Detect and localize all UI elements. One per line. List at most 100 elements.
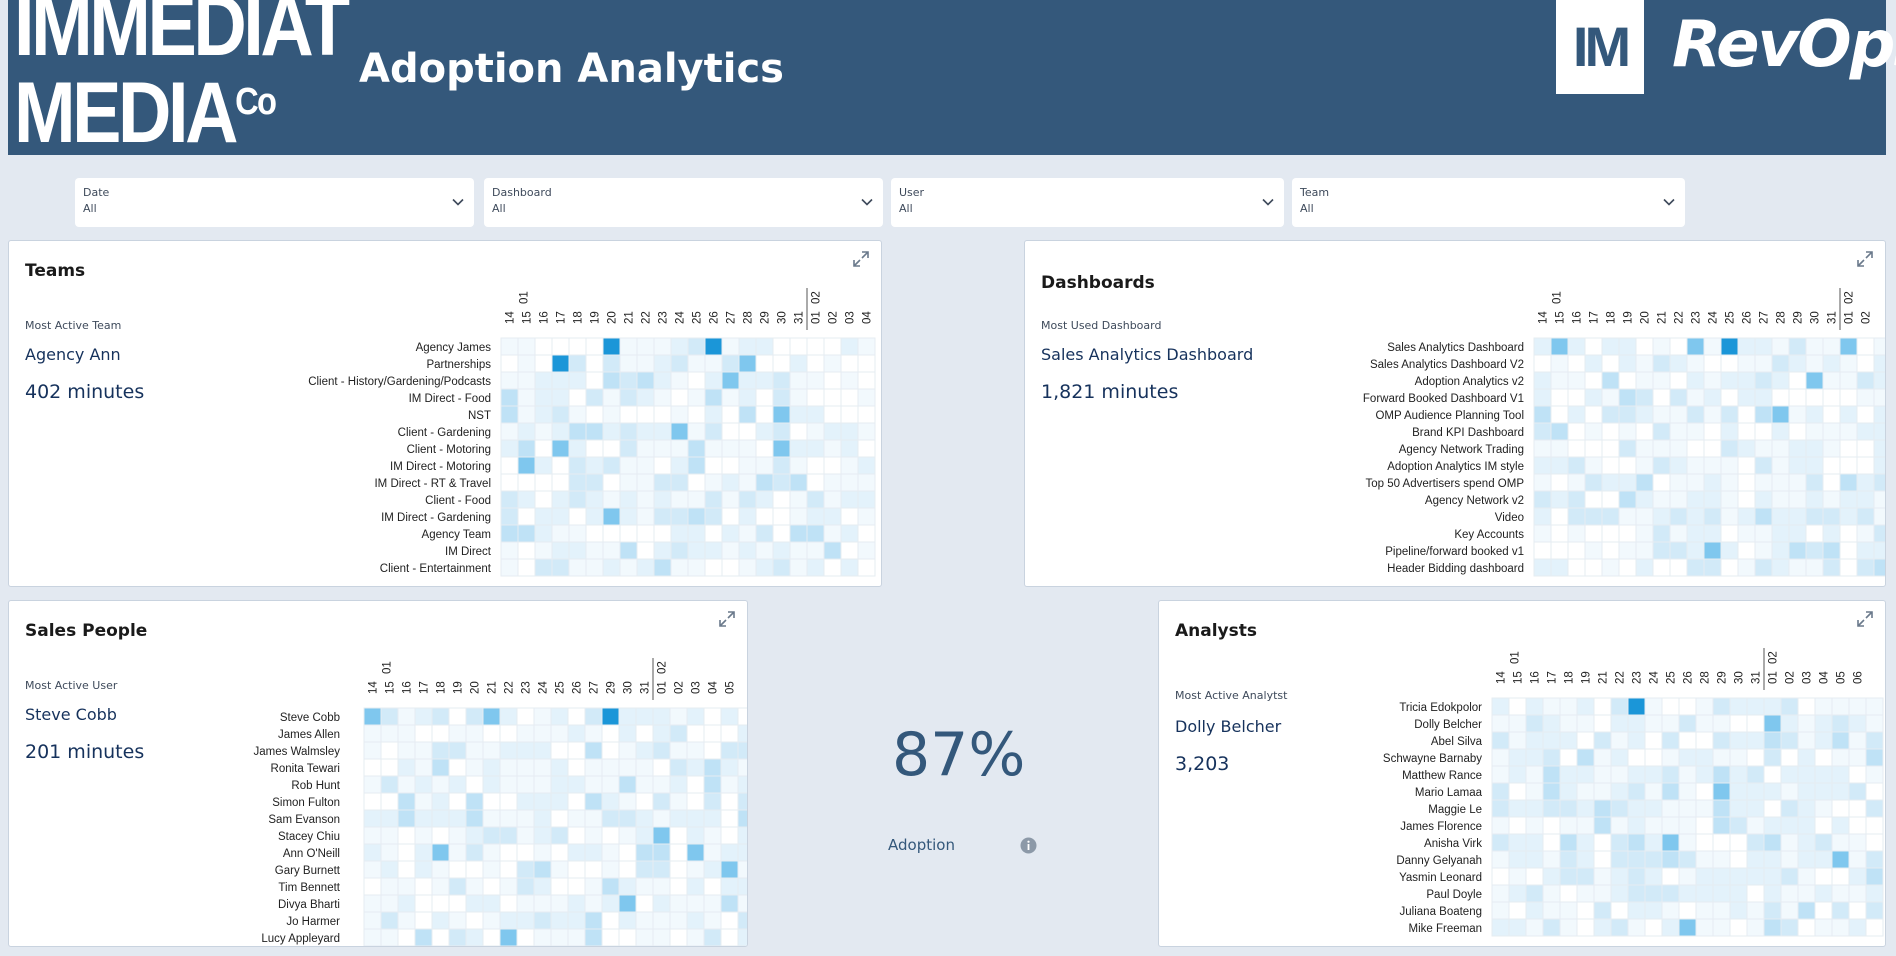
heatmap-cell[interactable] bbox=[1848, 731, 1867, 750]
heatmap-cell[interactable] bbox=[568, 558, 587, 577]
heatmap-cell[interactable] bbox=[1856, 507, 1875, 526]
heatmap-cell[interactable] bbox=[704, 456, 723, 475]
heatmap-cell[interactable] bbox=[1712, 867, 1731, 886]
heatmap-cell[interactable] bbox=[1822, 371, 1841, 390]
heatmap-cell[interactable] bbox=[1848, 867, 1867, 886]
heatmap-cell[interactable] bbox=[737, 809, 748, 828]
heatmap-cell[interactable] bbox=[619, 354, 638, 373]
heatmap-cell[interactable] bbox=[1865, 697, 1884, 716]
heatmap-cell[interactable] bbox=[1737, 558, 1756, 577]
heatmap-cell[interactable] bbox=[857, 405, 876, 424]
heatmap-cell[interactable] bbox=[584, 911, 603, 930]
heatmap-cell[interactable] bbox=[755, 490, 774, 509]
heatmap-cell[interactable] bbox=[703, 792, 722, 811]
heatmap-cell[interactable] bbox=[669, 877, 688, 896]
heatmap-cell[interactable] bbox=[1703, 558, 1722, 577]
heatmap-cell[interactable] bbox=[721, 388, 740, 407]
heatmap-cell[interactable] bbox=[585, 507, 604, 526]
heatmap-cell[interactable] bbox=[1729, 748, 1748, 767]
heatmap-cell[interactable] bbox=[1695, 731, 1714, 750]
heatmap-cell[interactable] bbox=[704, 473, 723, 492]
heatmap-cell[interactable] bbox=[584, 860, 603, 879]
heatmap-cell[interactable] bbox=[1584, 473, 1603, 492]
heatmap-cell[interactable] bbox=[840, 371, 859, 390]
heatmap-cell[interactable] bbox=[755, 473, 774, 492]
heatmap-cell[interactable] bbox=[567, 809, 586, 828]
heatmap-cell[interactable] bbox=[1797, 884, 1816, 903]
heatmap-cell[interactable] bbox=[720, 911, 739, 930]
heatmap-cell[interactable] bbox=[1635, 422, 1654, 441]
heatmap-cell[interactable] bbox=[720, 775, 739, 794]
heatmap-cell[interactable] bbox=[1720, 439, 1739, 458]
heatmap-cell[interactable] bbox=[1550, 422, 1569, 441]
heatmap-cell[interactable] bbox=[721, 354, 740, 373]
heatmap-cell[interactable] bbox=[1533, 490, 1552, 509]
heatmap-cell[interactable] bbox=[1550, 558, 1569, 577]
heatmap-cell[interactable] bbox=[772, 558, 791, 577]
heatmap-cell[interactable] bbox=[738, 524, 757, 543]
heatmap-cell[interactable] bbox=[635, 809, 654, 828]
heatmap-cell[interactable] bbox=[652, 792, 671, 811]
heatmap-cell[interactable] bbox=[1848, 697, 1867, 716]
heatmap-cell[interactable] bbox=[533, 860, 552, 879]
heatmap-cell[interactable] bbox=[1491, 731, 1510, 750]
heatmap-cell[interactable] bbox=[635, 775, 654, 794]
heatmap-cell[interactable] bbox=[1686, 524, 1705, 543]
heatmap-cell[interactable] bbox=[635, 877, 654, 896]
heatmap-cell[interactable] bbox=[738, 337, 757, 356]
heatmap-cell[interactable] bbox=[397, 928, 416, 946]
heatmap-cell[interactable] bbox=[1559, 884, 1578, 903]
heatmap-cell[interactable] bbox=[789, 371, 808, 390]
heatmap-cell[interactable] bbox=[500, 490, 519, 509]
heatmap-cell[interactable] bbox=[1559, 731, 1578, 750]
heatmap-cell[interactable] bbox=[755, 558, 774, 577]
heatmap-cell[interactable] bbox=[1712, 884, 1731, 903]
heatmap-cell[interactable] bbox=[1788, 507, 1807, 526]
heatmap-cell[interactable] bbox=[653, 388, 672, 407]
heatmap-cell[interactable] bbox=[1797, 731, 1816, 750]
heatmap-cell[interactable] bbox=[1661, 867, 1680, 886]
heatmap-cell[interactable] bbox=[618, 724, 637, 743]
heatmap-cell[interactable] bbox=[1822, 422, 1841, 441]
heatmap-cell[interactable] bbox=[618, 826, 637, 845]
heatmap-cell[interactable] bbox=[618, 741, 637, 760]
heatmap-cell[interactable] bbox=[1703, 473, 1722, 492]
heatmap-cell[interactable] bbox=[1525, 714, 1544, 733]
heatmap-cell[interactable] bbox=[1652, 541, 1671, 560]
heatmap-cell[interactable] bbox=[1644, 816, 1663, 835]
heatmap-cell[interactable] bbox=[1737, 422, 1756, 441]
heatmap-cell[interactable] bbox=[737, 758, 748, 777]
heatmap-cell[interactable] bbox=[465, 758, 484, 777]
heatmap-cell[interactable] bbox=[806, 490, 825, 509]
heatmap-cell[interactable] bbox=[363, 877, 382, 896]
heatmap-cell[interactable] bbox=[601, 741, 620, 760]
heatmap-cell[interactable] bbox=[1618, 507, 1637, 526]
heatmap-cell[interactable] bbox=[1720, 541, 1739, 560]
heatmap-cell[interactable] bbox=[533, 724, 552, 743]
heatmap-cell[interactable] bbox=[1780, 884, 1799, 903]
heatmap-cell[interactable] bbox=[1627, 867, 1646, 886]
heatmap-cell[interactable] bbox=[1780, 833, 1799, 852]
heatmap-cell[interactable] bbox=[1831, 765, 1850, 784]
heatmap-cell[interactable] bbox=[414, 792, 433, 811]
heatmap-cell[interactable] bbox=[721, 439, 740, 458]
heatmap-cell[interactable] bbox=[431, 707, 450, 726]
heatmap-cell[interactable] bbox=[585, 354, 604, 373]
heatmap-cell[interactable] bbox=[772, 439, 791, 458]
heatmap-cell[interactable] bbox=[669, 707, 688, 726]
heatmap-cell[interactable] bbox=[1567, 371, 1586, 390]
heatmap-cell[interactable] bbox=[1567, 405, 1586, 424]
heatmap-cell[interactable] bbox=[636, 524, 655, 543]
heatmap-cell[interactable] bbox=[1550, 388, 1569, 407]
heatmap-cell[interactable] bbox=[1652, 371, 1671, 390]
heatmap-cell[interactable] bbox=[635, 707, 654, 726]
heatmap-cell[interactable] bbox=[652, 775, 671, 794]
heatmap-cell[interactable] bbox=[1542, 867, 1561, 886]
heatmap-cell[interactable] bbox=[755, 524, 774, 543]
heatmap-cell[interactable] bbox=[619, 337, 638, 356]
heatmap-cell[interactable] bbox=[636, 473, 655, 492]
heatmap-cell[interactable] bbox=[1873, 354, 1886, 373]
heatmap-cell[interactable] bbox=[517, 558, 536, 577]
heatmap-cell[interactable] bbox=[1601, 405, 1620, 424]
heatmap-cell[interactable] bbox=[584, 894, 603, 913]
